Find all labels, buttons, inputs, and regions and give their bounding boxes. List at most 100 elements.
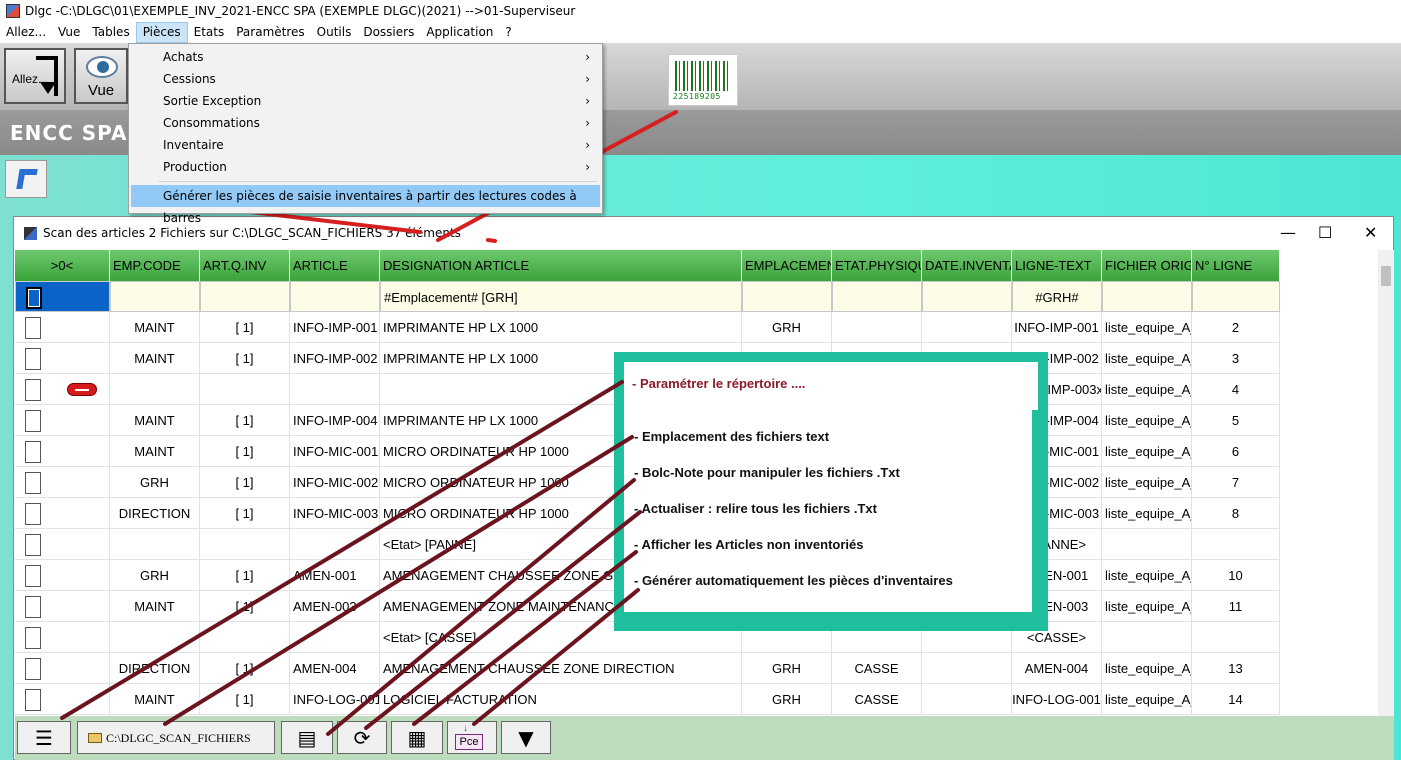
menu-item-consommations[interactable]: Consommations › bbox=[131, 112, 600, 134]
cell-col-n-ligne[interactable]: 5 bbox=[1192, 405, 1280, 436]
menu-tables[interactable]: Tables bbox=[86, 22, 135, 43]
non-inventoried-button[interactable]: ▦ bbox=[391, 721, 443, 754]
cell-col-emplacement[interactable] bbox=[742, 281, 832, 312]
cell-col-art-q-inv[interactable]: [ 1] bbox=[200, 467, 290, 498]
cell-col-fichier-origine[interactable]: liste_equipe_A_ bbox=[1102, 653, 1192, 684]
cell-col-n-ligne[interactable]: 8 bbox=[1192, 498, 1280, 529]
cell-col-article[interactable]: INFO-IMP-004 bbox=[290, 405, 380, 436]
cell-col-art-q-inv[interactable]: [ 1] bbox=[200, 405, 290, 436]
cell-col-etat-physique[interactable]: CASSE bbox=[832, 684, 922, 715]
cell-col-article[interactable]: INFO-LOG-001 bbox=[290, 684, 380, 715]
cell-col-art-q-inv[interactable] bbox=[200, 281, 290, 312]
cell-col-emp-code[interactable]: MAINT bbox=[110, 591, 200, 622]
cell-col-n-ligne[interactable]: 2 bbox=[1192, 312, 1280, 343]
cell-col-select[interactable] bbox=[15, 405, 110, 436]
cell-col-fichier-origine[interactable]: liste_equipe_A_ bbox=[1102, 436, 1192, 467]
cell-col-designation[interactable]: #Emplacement# [GRH] bbox=[380, 281, 742, 312]
cell-col-art-q-inv[interactable] bbox=[200, 529, 290, 560]
cell-col-select[interactable] bbox=[15, 467, 110, 498]
menu-item-sortie-exception[interactable]: Sortie Exception › bbox=[131, 90, 600, 112]
cell-col-fichier-origine[interactable] bbox=[1102, 529, 1192, 560]
row-checkbox[interactable] bbox=[25, 596, 41, 618]
cell-col-n-ligne[interactable]: 3 bbox=[1192, 343, 1280, 374]
cell-col-designation[interactable]: LOGICIEL FACTURATION bbox=[380, 684, 742, 715]
cell-col-article[interactable]: INFO-IMP-002 bbox=[290, 343, 380, 374]
cell-col-emp-code[interactable] bbox=[110, 281, 200, 312]
minimize-button[interactable]: — bbox=[1280, 223, 1296, 242]
header-col-date-inventaire[interactable]: DATE.INVENTAIRE bbox=[922, 250, 1012, 281]
allez-button[interactable]: Allez... bbox=[4, 48, 66, 104]
header-col-art-q-inv[interactable]: ART.Q.INV bbox=[200, 250, 290, 281]
cell-col-n-ligne[interactable] bbox=[1192, 622, 1280, 653]
cell-col-ligne-text[interactable]: AMEN-004 bbox=[1012, 653, 1102, 684]
cell-col-article[interactable] bbox=[290, 281, 380, 312]
cell-col-emp-code[interactable]: MAINT bbox=[110, 436, 200, 467]
directory-button[interactable]: C:\DLGC_SCAN_FICHIERS bbox=[77, 721, 275, 754]
row-checkbox[interactable] bbox=[25, 503, 41, 525]
notepad-button[interactable]: ▤ bbox=[281, 721, 333, 754]
menu-item-cessions[interactable]: Cessions › bbox=[131, 68, 600, 90]
cell-col-etat-physique[interactable]: CASSE bbox=[832, 653, 922, 684]
cell-col-n-ligne[interactable] bbox=[1192, 281, 1280, 312]
vue-button[interactable]: Vue bbox=[74, 48, 128, 104]
menu-allez[interactable]: Allez... bbox=[0, 22, 52, 43]
cell-col-fichier-origine[interactable]: liste_equipe_A_ bbox=[1102, 591, 1192, 622]
scrollbar-thumb[interactable] bbox=[1381, 266, 1391, 286]
row-checkbox[interactable] bbox=[25, 658, 41, 680]
row-checkbox[interactable] bbox=[25, 689, 41, 711]
cell-col-art-q-inv[interactable]: [ 1] bbox=[200, 560, 290, 591]
cell-col-art-q-inv[interactable]: [ 1] bbox=[200, 436, 290, 467]
menu-help[interactable]: ? bbox=[499, 22, 517, 43]
cell-col-fichier-origine[interactable]: liste_equipe_A_ bbox=[1102, 405, 1192, 436]
cell-col-ligne-text[interactable]: INFO-IMP-001 bbox=[1012, 312, 1102, 343]
cell-col-fichier-origine[interactable]: liste_equipe_A_ bbox=[1102, 312, 1192, 343]
cell-col-n-ligne[interactable] bbox=[1192, 529, 1280, 560]
cell-col-etat-physique[interactable] bbox=[832, 281, 922, 312]
cell-col-select[interactable] bbox=[15, 653, 110, 684]
cell-col-fichier-origine[interactable]: liste_equipe_A_ bbox=[1102, 684, 1192, 715]
cell-col-select[interactable] bbox=[15, 560, 110, 591]
close-button[interactable]: ✕ bbox=[1364, 223, 1377, 242]
cell-col-emp-code[interactable] bbox=[110, 622, 200, 653]
menu-pieces[interactable]: Pièces bbox=[135, 22, 188, 43]
cell-col-article[interactable] bbox=[290, 529, 380, 560]
cell-col-article[interactable] bbox=[290, 622, 380, 653]
cell-col-n-ligne[interactable]: 7 bbox=[1192, 467, 1280, 498]
header-col-n-ligne[interactable]: N° LIGNE bbox=[1192, 250, 1280, 281]
cell-col-art-q-inv[interactable]: [ 1] bbox=[200, 653, 290, 684]
menu-item-generer-pieces[interactable]: Générer les pièces de saisie inventaires… bbox=[131, 185, 600, 225]
cell-col-date-inventaire[interactable] bbox=[922, 312, 1012, 343]
cell-col-art-q-inv[interactable]: [ 1] bbox=[200, 591, 290, 622]
cell-col-date-inventaire[interactable] bbox=[922, 281, 1012, 312]
menu-item-production[interactable]: Production › bbox=[131, 156, 600, 178]
cell-col-fichier-origine[interactable]: liste_equipe_A_ bbox=[1102, 467, 1192, 498]
row-checkbox[interactable] bbox=[25, 441, 41, 463]
cell-col-select[interactable] bbox=[15, 374, 110, 405]
menu-application[interactable]: Application bbox=[420, 22, 499, 43]
row-checkbox[interactable] bbox=[25, 379, 41, 401]
cell-col-emp-code[interactable] bbox=[110, 374, 200, 405]
cell-col-fichier-origine[interactable] bbox=[1102, 622, 1192, 653]
cell-col-emplacement[interactable]: GRH bbox=[742, 684, 832, 715]
row-checkbox[interactable] bbox=[25, 348, 41, 370]
cell-col-ligne-text[interactable]: INFO-LOG-001 bbox=[1012, 684, 1102, 715]
header-col-emplacement[interactable]: EMPLACEMENT bbox=[742, 250, 832, 281]
cell-col-select[interactable] bbox=[15, 591, 110, 622]
row-checkbox[interactable] bbox=[25, 472, 41, 494]
settings-button[interactable]: ☰ bbox=[17, 721, 71, 754]
cell-col-article[interactable]: INFO-MIC-001 bbox=[290, 436, 380, 467]
cell-col-etat-physique[interactable] bbox=[832, 312, 922, 343]
vertical-scrollbar[interactable] bbox=[1378, 250, 1394, 716]
row-checkbox[interactable] bbox=[25, 565, 41, 587]
cell-col-n-ligne[interactable]: 11 bbox=[1192, 591, 1280, 622]
cell-col-designation[interactable]: AMENAGEMENT CHAUSSEE ZONE DIRECTION bbox=[380, 653, 742, 684]
cell-col-fichier-origine[interactable]: liste_equipe_A_ bbox=[1102, 560, 1192, 591]
header-col-select[interactable]: >0< bbox=[15, 250, 110, 281]
cell-col-select[interactable] bbox=[15, 281, 110, 312]
cell-col-select[interactable] bbox=[15, 529, 110, 560]
menu-parametres[interactable]: Paramètres bbox=[230, 22, 310, 43]
cell-col-fichier-origine[interactable]: liste_equipe_A_ bbox=[1102, 498, 1192, 529]
menu-etats[interactable]: Etats bbox=[188, 22, 231, 43]
cell-col-n-ligne[interactable]: 10 bbox=[1192, 560, 1280, 591]
header-col-article[interactable]: ARTICLE bbox=[290, 250, 380, 281]
